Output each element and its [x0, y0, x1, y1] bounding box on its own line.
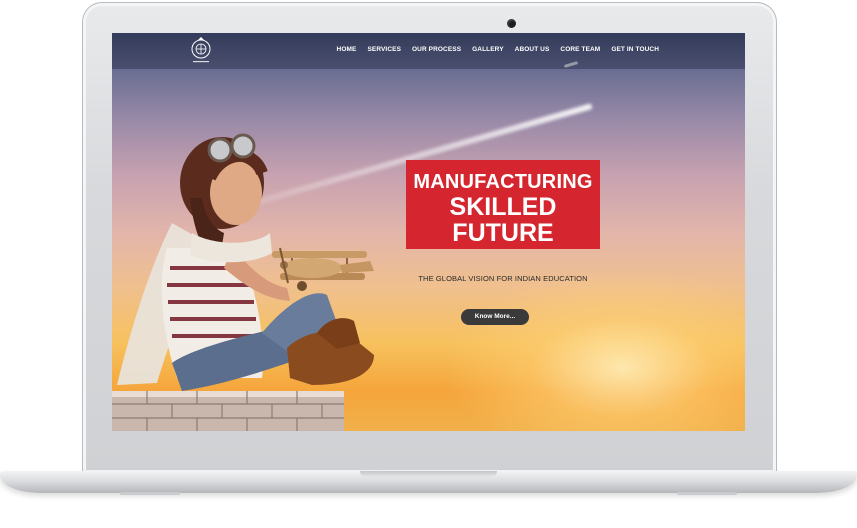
headline-line-2: SKILLED: [449, 193, 557, 221]
main-nav: HOME SERVICES OUR PROCESS GALLERY ABOUT …: [337, 46, 659, 53]
headline-line-3: FUTURE: [452, 219, 554, 247]
headline-line-1: MANUFACTURING: [413, 171, 593, 193]
nav-gallery[interactable]: GALLERY: [472, 46, 504, 53]
emblem-logo[interactable]: [184, 37, 218, 67]
nav-home[interactable]: HOME: [337, 46, 357, 53]
hero-headline-box: MANUFACTURING SKILLED FUTURE: [406, 160, 600, 249]
laptop-foot-right: [677, 492, 737, 495]
brick-wall: [112, 391, 344, 431]
nav-get-in-touch[interactable]: GET IN TOUCH: [611, 46, 659, 53]
laptop-screen: HOME SERVICES OUR PROCESS GALLERY ABOUT …: [112, 33, 745, 431]
base-notch: [360, 471, 497, 477]
nav-services[interactable]: SERVICES: [367, 46, 401, 53]
laptop-base: [0, 471, 857, 495]
top-navbar: HOME SERVICES OUR PROCESS GALLERY ABOUT …: [112, 33, 745, 69]
hero-tagline: THE GLOBAL VISION FOR INDIAN EDUCATION: [418, 274, 588, 283]
nav-about-us[interactable]: ABOUT US: [515, 46, 550, 53]
know-more-button[interactable]: Know More...: [461, 309, 529, 325]
webcam: [507, 19, 516, 28]
toy-plane: [272, 247, 374, 291]
laptop-foot-left: [120, 492, 180, 495]
nav-core-team[interactable]: CORE TEAM: [560, 46, 600, 53]
nav-our-process[interactable]: OUR PROCESS: [412, 46, 461, 53]
